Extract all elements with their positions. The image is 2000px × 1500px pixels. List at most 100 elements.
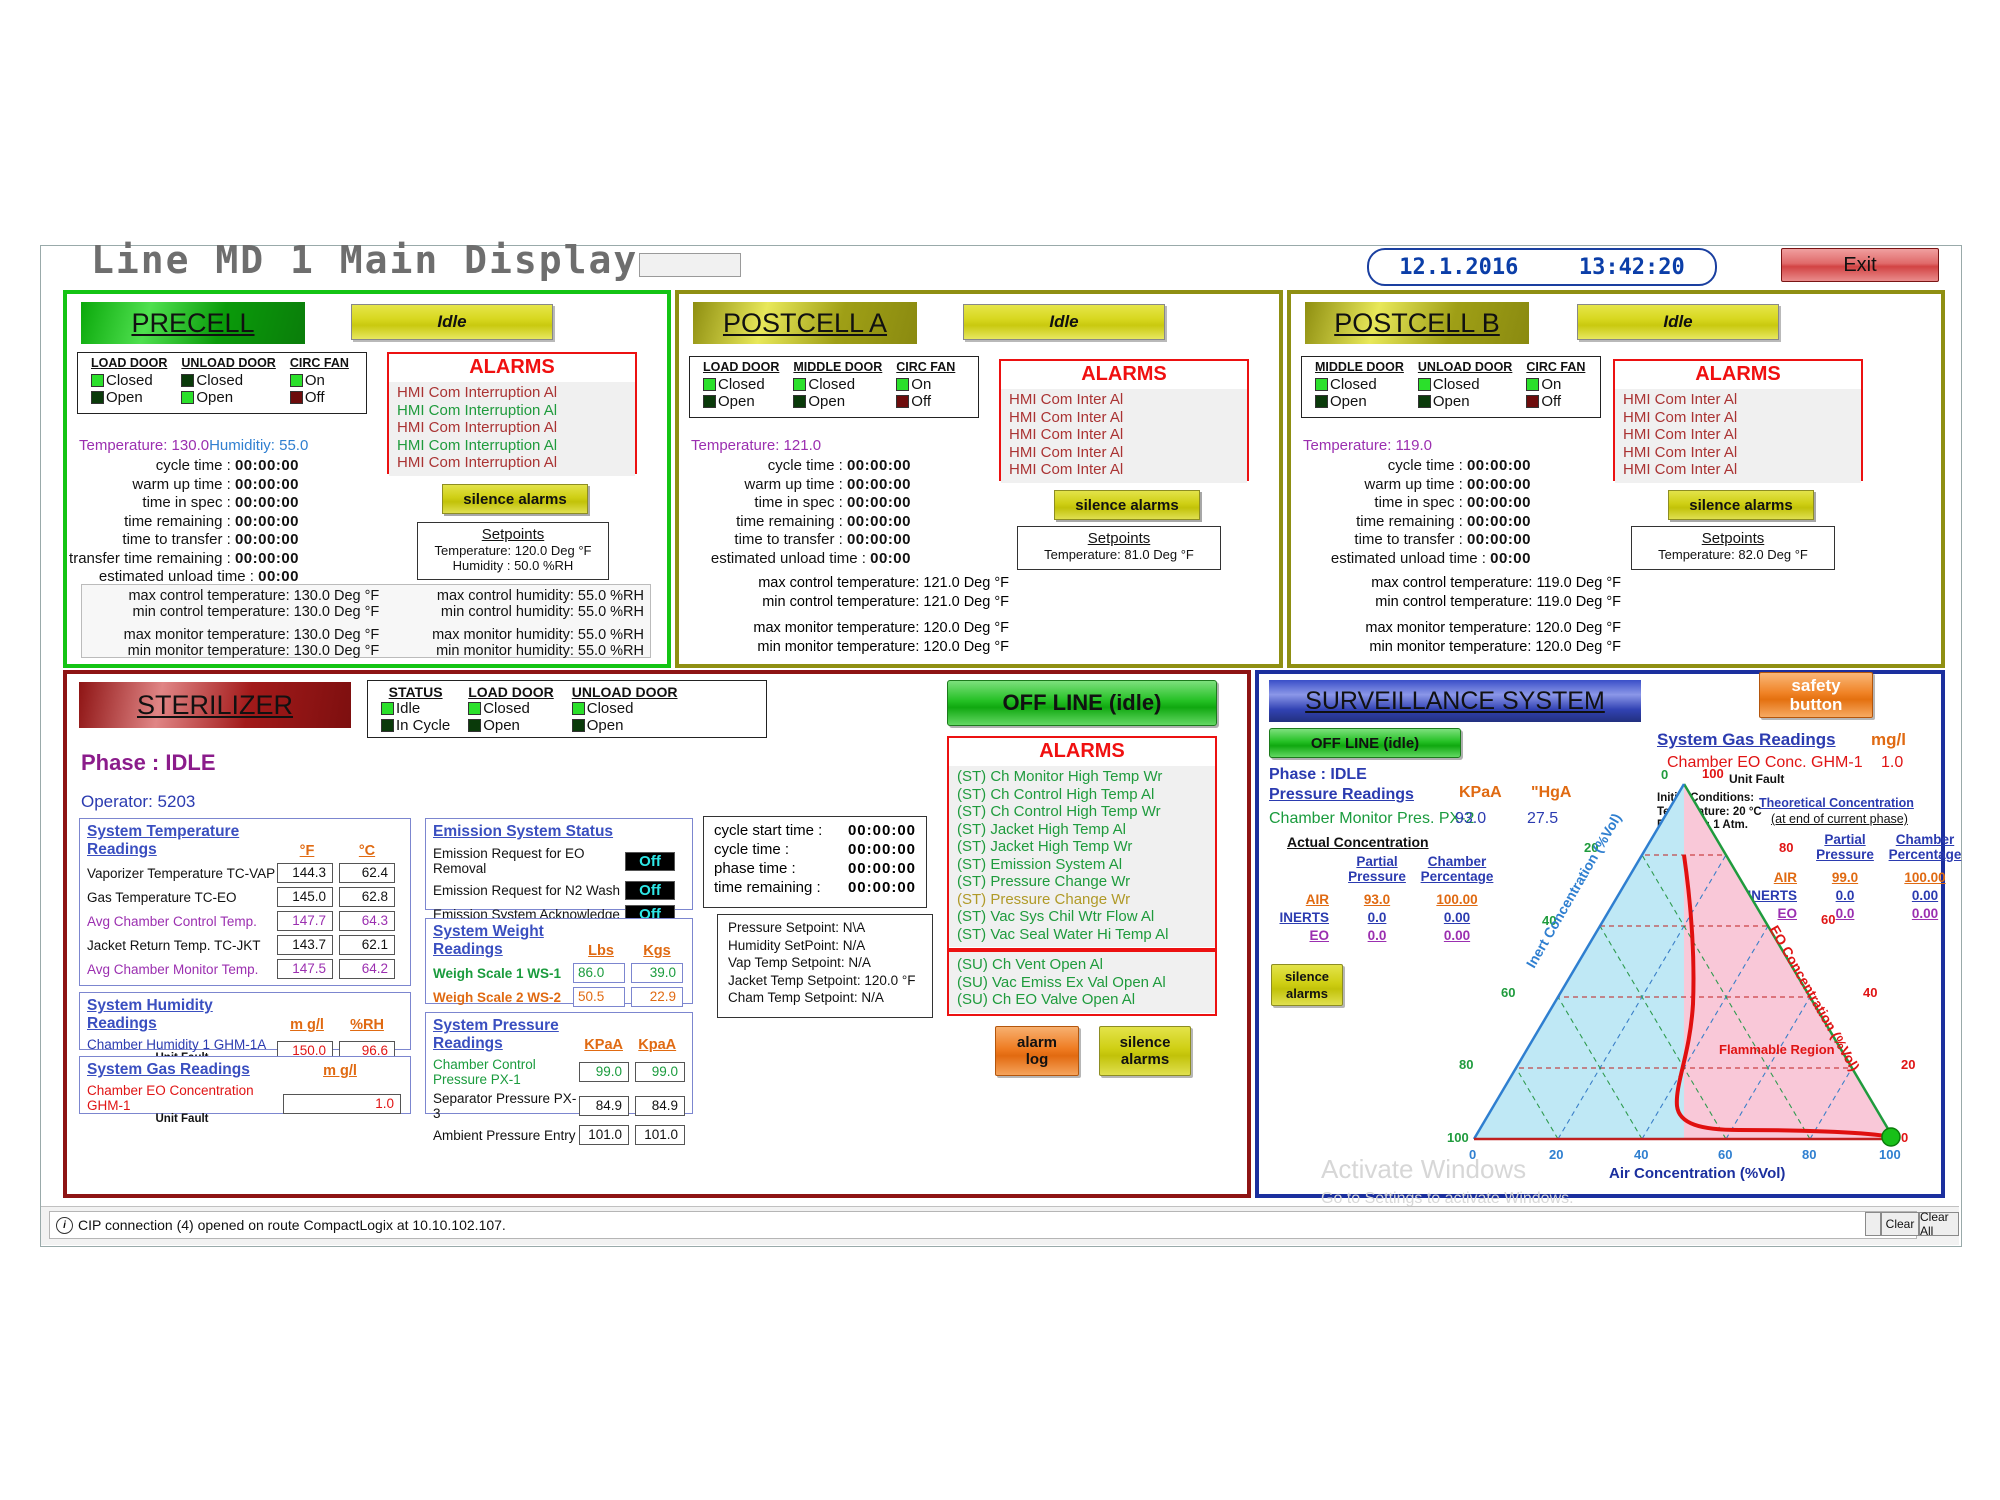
- alarm-item[interactable]: HMI Com Inter Al: [1009, 409, 1239, 427]
- header-blank-field[interactable]: [639, 253, 741, 277]
- alarm-item[interactable]: HMI Com Interruption Al: [397, 419, 627, 437]
- postcell-b-times: cycle time : 00:00:00 warm up time : 00:…: [1291, 457, 1531, 568]
- alarm-item[interactable]: (ST) Ch Control High Temp Al: [957, 786, 1207, 804]
- minmax-row: min monitor temperature: 120.0 Deg °F: [1369, 639, 1621, 655]
- alarm-item[interactable]: HMI Com Inter Al: [1009, 426, 1239, 444]
- alarm-item[interactable]: (ST) Vac Seal Water Hi Temp Al: [957, 926, 1207, 944]
- time-row: time in spec : 00:00:00: [142, 494, 299, 511]
- door-state-open: Open: [91, 389, 167, 406]
- postcell-a-silence-alarms-button[interactable]: silence alarms: [1054, 490, 1200, 520]
- safety-button[interactable]: safety button: [1759, 672, 1873, 718]
- emission-row: Emission Request for EO Removal Off: [433, 846, 685, 876]
- time-row: time remaining : 00:00:00: [124, 512, 299, 530]
- exit-button[interactable]: Exit: [1781, 248, 1939, 282]
- status-lamp-icon: [1526, 395, 1540, 408]
- setpoint-row: Vap Temp Setpoint: N/A: [728, 955, 871, 970]
- door-header: UNLOAD DOOR: [1417, 360, 1513, 374]
- svg-text:80: 80: [1802, 1147, 1816, 1162]
- surveillance-offline-button[interactable]: OFF LINE (idle): [1269, 728, 1461, 758]
- pca-door-col-2: CIRC FAN On Off: [889, 360, 962, 414]
- alarm-item[interactable]: HMI Com Inter Al: [1623, 409, 1853, 427]
- alarm-item[interactable]: (ST) Pressure Change Wr: [957, 891, 1207, 909]
- alarm-item[interactable]: (ST) Ch Control High Temp Wr: [957, 803, 1207, 821]
- alarm-item[interactable]: (SU) Ch Vent Open Al: [957, 956, 1207, 974]
- alarm-item[interactable]: (SU) Vac Emiss Ex Val Open Al: [957, 974, 1207, 992]
- header: Line MD 1 Main Display 12.1.2016 13:42:2…: [41, 238, 1959, 296]
- svg-text:60: 60: [1821, 912, 1835, 927]
- postcell-a-mode-button[interactable]: Idle: [963, 304, 1165, 340]
- flammability-ternary-chart: 0 100 20 80 40 60 60 40 80 20 100 0 0 20…: [1447, 766, 1915, 1182]
- clear-button[interactable]: Clear: [1881, 1212, 1919, 1236]
- actual-concentration-title: Actual Concentration: [1287, 834, 1429, 850]
- sterilizer-status-block: STATUS Idle In Cycle LOAD DOOR Closed Op…: [367, 680, 767, 738]
- alarms-list[interactable]: HMI Com Interruption Al HMI Com Interrup…: [389, 382, 635, 476]
- minmax-row: min control temperature: 121.0 Deg °F: [762, 594, 1009, 610]
- precell-minmax: max control temperature: 130.0 Deg °F max…: [81, 584, 651, 659]
- sterilizer-phase: Phase : IDLE: [81, 750, 216, 775]
- door-header: MIDDLE DOOR: [1315, 360, 1404, 374]
- alarm-item[interactable]: HMI Com Interruption Al: [397, 384, 627, 402]
- alarm-item[interactable]: HMI Com Inter Al: [1623, 391, 1853, 409]
- time-row: transfer time remaining : 00:00:00: [69, 549, 299, 567]
- status-lamp-icon: [91, 391, 104, 404]
- sterilizer-loaddoor-col: LOAD DOOR Closed Open: [468, 684, 554, 734]
- alarm-item[interactable]: (ST) Jacket High Temp Al: [957, 821, 1207, 839]
- svg-text:40: 40: [1863, 985, 1877, 1000]
- alarms-list[interactable]: (ST) Ch Monitor High Temp Wr (ST) Ch Con…: [949, 766, 1215, 947]
- alarm-item[interactable]: HMI Com Interruption Al: [397, 454, 627, 472]
- time-row: cycle time : 00:00:00: [155, 457, 299, 474]
- alarm-item[interactable]: (ST) Emission System Al: [957, 856, 1207, 874]
- status-lamp-icon: [703, 395, 716, 408]
- postcell-b-silence-alarms-button[interactable]: silence alarms: [1668, 490, 1814, 520]
- alarm-item[interactable]: HMI Com Inter Al: [1623, 461, 1853, 479]
- postcell-a-alarms: ALARMS HMI Com Inter Al HMI Com Inter Al…: [999, 359, 1249, 483]
- table-header-row: System Weight Readings Lbs Kgs: [433, 923, 671, 959]
- unit-fault-label: Unit Fault: [155, 1113, 209, 1125]
- minmax-row: min control temperature: 130.0 Deg °F min…: [132, 604, 644, 620]
- table-row: Ambient Pressure Entry 101.0 101.0: [433, 1125, 685, 1145]
- alarm-item[interactable]: HMI Com Interruption Al: [397, 437, 627, 455]
- setpoints-title: Setpoints: [481, 526, 545, 543]
- alarm-item[interactable]: HMI Com Inter Al: [1009, 461, 1239, 479]
- status-scroll-spinner[interactable]: [1865, 1212, 1881, 1236]
- alarm-item[interactable]: HMI Com Inter Al: [1623, 444, 1853, 462]
- precell-mode-button[interactable]: Idle: [351, 304, 553, 340]
- alarm-item[interactable]: (ST) Vac Sys Chil Wtr Flow Al: [957, 908, 1207, 926]
- alarm-item[interactable]: HMI Com Interruption Al: [397, 402, 627, 420]
- setpoint-value: Humidity : 50.0 %RH: [452, 558, 574, 573]
- alarms-list[interactable]: HMI Com Inter Al HMI Com Inter Al HMI Co…: [1001, 389, 1247, 483]
- status-bar: i CIP connection (4) opened on route Com…: [41, 1206, 1959, 1245]
- alarm-item[interactable]: (SU) Ch EO Valve Open Al: [957, 991, 1207, 1009]
- gas-unit: mg/l: [1871, 730, 1906, 749]
- alarm-log-button[interactable]: alarm log: [995, 1026, 1079, 1076]
- sterilizer-silence-alarms-button[interactable]: silence alarms: [1099, 1026, 1191, 1076]
- svg-text:80: 80: [1459, 1057, 1473, 1072]
- door-state-closed: Closed: [793, 376, 882, 393]
- sterilizer-offline-button[interactable]: OFF LINE (idle): [947, 680, 1217, 726]
- alarms-list[interactable]: HMI Com Inter Al HMI Com Inter Al HMI Co…: [1615, 389, 1861, 483]
- setpoint-row: Humidity SetPoint: N/A: [728, 937, 866, 953]
- alarms-list[interactable]: (SU) Ch Vent Open Al (SU) Vac Emiss Ex V…: [949, 952, 1215, 1013]
- alarm-item[interactable]: (ST) Pressure Change Wr: [957, 873, 1207, 891]
- fan-state-on: On: [1526, 376, 1585, 393]
- setpoint-row: Cham Temp Setpoint: N/A: [728, 990, 884, 1005]
- time-row: time remaining :00:00:00: [714, 879, 916, 896]
- status-lamp-icon: [1417, 378, 1431, 391]
- status-lamp-icon: [571, 702, 585, 715]
- emission-led: Off: [625, 851, 675, 871]
- clear-all-button[interactable]: Clear All: [1919, 1210, 1959, 1238]
- precell-silence-alarms-button[interactable]: silence alarms: [442, 484, 588, 514]
- door-header: MIDDLE DOOR: [793, 360, 883, 374]
- alarm-item[interactable]: HMI Com Inter Al: [1009, 444, 1239, 462]
- door-state-closed: Closed: [703, 376, 779, 393]
- time-row: cycle time : 00:00:00: [1387, 457, 1531, 474]
- alarm-item[interactable]: HMI Com Inter Al: [1009, 391, 1239, 409]
- alarm-item[interactable]: (ST) Ch Monitor High Temp Wr: [957, 768, 1207, 786]
- alarm-item[interactable]: (ST) Jacket High Temp Wr: [957, 838, 1207, 856]
- svg-text:100: 100: [1702, 766, 1724, 781]
- operating-point-marker: [1881, 1127, 1901, 1147]
- surveillance-silence-alarms-button[interactable]: silence alarms: [1271, 964, 1343, 1006]
- postcell-b-mode-button[interactable]: Idle: [1577, 304, 1779, 340]
- alarm-item[interactable]: HMI Com Inter Al: [1623, 426, 1853, 444]
- sterilizer-cycle-times: cycle start time :00:00:00 cycle time :0…: [703, 816, 927, 908]
